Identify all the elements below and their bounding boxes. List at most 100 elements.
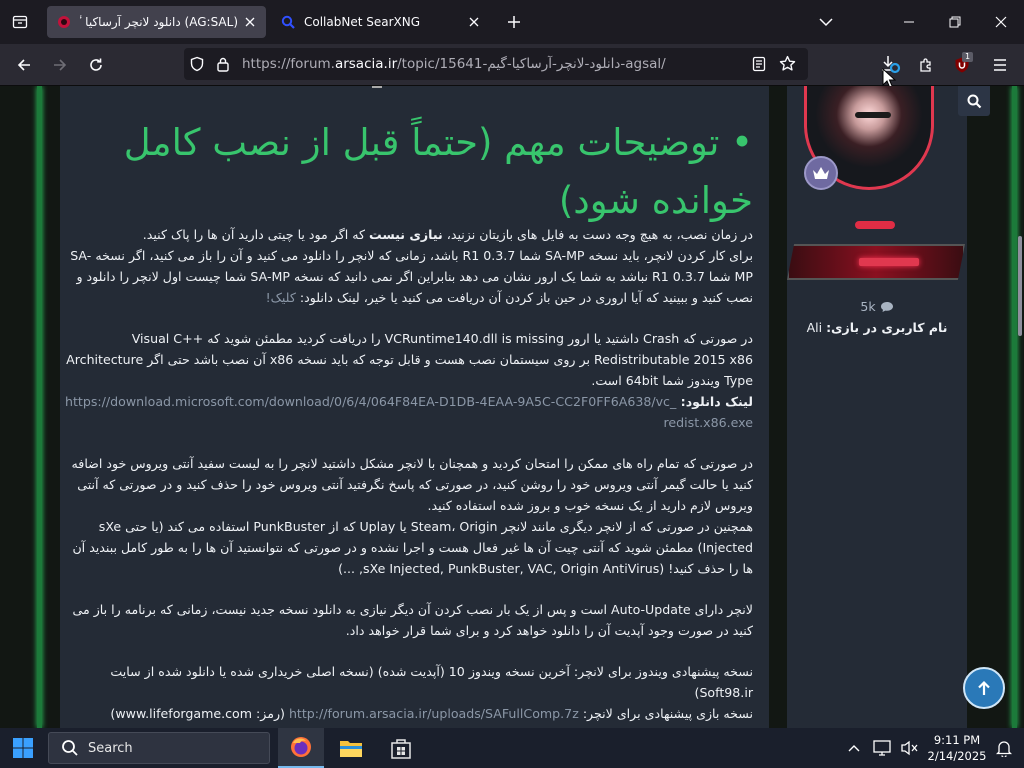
arrow-left-icon xyxy=(17,59,30,71)
bell-icon xyxy=(996,741,1012,757)
clock[interactable]: 9:11 PM 2/14/2025 xyxy=(926,732,988,764)
url-text[interactable]: https://forum.arsacia.ir/topic/15641-دان… xyxy=(242,56,666,72)
paragraph-text: (رمز: www.lifeforgame.com) xyxy=(110,706,289,721)
app-menu-button[interactable] xyxy=(986,51,1014,79)
post-top-fragment xyxy=(372,86,382,88)
bold-text: نیازی نیست xyxy=(368,227,443,242)
tab-title: CollabNet SearXNG xyxy=(304,15,421,29)
arsacia-favicon-icon xyxy=(56,14,72,30)
store-bag-icon xyxy=(391,739,411,759)
rank-banner-emblem xyxy=(859,258,919,266)
tab-bar: (AG:SAL) دانلود لانچر آرساکیا گیم Collab… xyxy=(0,0,1024,44)
restore-button[interactable] xyxy=(932,6,978,38)
hamburger-menu-icon xyxy=(994,59,1006,71)
author-rank-banner xyxy=(787,244,965,280)
paragraph-text: در صورتی که تمام راه های ممکن را امتحان … xyxy=(71,456,753,513)
close-window-button[interactable] xyxy=(978,6,1024,38)
bookmark-star-icon[interactable] xyxy=(779,55,796,76)
left-glow-border xyxy=(37,86,42,728)
tab-arsacia[interactable]: (AG:SAL) دانلود لانچر آرساکیا گیم xyxy=(47,6,266,38)
reload-icon xyxy=(90,58,102,71)
heading-text: توضیحات مهم (حتماً قبل از نصب کامل خواند… xyxy=(123,121,753,222)
paragraph-text: نسخه پیشنهادی ویندوز برای لانچر: آخرین ن… xyxy=(110,664,753,700)
extensions-button[interactable] xyxy=(912,51,940,79)
new-tab-button[interactable] xyxy=(502,10,526,34)
folder-icon xyxy=(340,741,362,757)
group-badge-icon xyxy=(804,156,838,190)
paragraph-4: لانچر دارای Auto-Update است و پس از یک ب… xyxy=(63,599,753,641)
firefox-view-icon xyxy=(12,15,28,29)
paragraph-1: در زمان نصب، به هیچ وجه دست به فایل های … xyxy=(63,224,753,308)
right-glow-border xyxy=(1012,86,1017,728)
show-hidden-icons-button[interactable] xyxy=(842,736,866,760)
paragraph-text: لانچر دارای Auto-Update است و پس از یک ب… xyxy=(72,602,753,638)
clock-date: 2/14/2025 xyxy=(927,749,987,763)
url-bar[interactable]: https://forum.arsacia.ir/topic/15641-دان… xyxy=(184,48,808,80)
post-body: • توضیحات مهم (حتماً قبل از نصب کامل خوا… xyxy=(60,86,769,728)
ingame-name-label: نام کاربری در بازی: xyxy=(826,320,948,335)
taskbar-store[interactable] xyxy=(378,728,424,768)
arrow-up-icon xyxy=(978,680,990,695)
plus-icon xyxy=(508,16,520,28)
tab-title: (AG:SAL) دانلود لانچر آرساکیا گیم xyxy=(80,15,238,29)
scroll-to-top-button[interactable] xyxy=(963,667,1005,709)
network-button[interactable] xyxy=(870,736,894,760)
paragraph-text: همچنین در صورتی که از لانچر دیگری مانند … xyxy=(72,519,753,576)
paragraph-2: در صورتی که Crash داشتید یا ارور VCRunti… xyxy=(63,328,753,433)
puzzle-icon xyxy=(920,58,931,72)
close-tab-icon[interactable] xyxy=(238,10,262,34)
post-heading: • توضیحات مهم (حتماً قبل از نصب کامل خوا… xyxy=(63,114,753,230)
avatar-glasses xyxy=(855,112,891,118)
minimize-button[interactable] xyxy=(886,6,932,38)
paragraph-3: در صورتی که تمام راه های ممکن را امتحان … xyxy=(63,453,753,579)
volume-button[interactable] xyxy=(898,736,922,760)
ingame-name-value: Ali xyxy=(806,320,823,335)
forward-button[interactable] xyxy=(46,51,74,79)
restore-icon xyxy=(949,16,961,28)
search-icon xyxy=(62,740,78,756)
page-content: • توضیحات مهم (حتماً قبل از نصب کامل خوا… xyxy=(0,86,1024,728)
taskbar-search-box[interactable]: Search xyxy=(48,732,270,764)
paragraph-text: در زمان نصب، به هیچ وجه دست به فایل های … xyxy=(442,227,753,242)
lock-icon[interactable] xyxy=(216,56,230,76)
windows-taskbar: Search 9:11 PM 2/14/2025 xyxy=(0,728,1024,768)
heading-bullet: • xyxy=(731,121,753,164)
site-search-button[interactable] xyxy=(958,86,990,116)
url-prefix: https://forum. xyxy=(242,56,335,72)
minimize-icon xyxy=(904,21,914,23)
paragraph-5: نسخه پیشنهادی ویندوز برای لانچر: آخرین ن… xyxy=(63,661,753,724)
author-sidebar: 5k نام کاربری در بازی: Ali xyxy=(787,86,967,728)
paragraph-text: برای کار کردن لانچر، باید نسخه SA-MP شما… xyxy=(70,248,753,305)
chevron-down-icon xyxy=(819,18,833,27)
volume-muted-icon xyxy=(901,740,918,756)
reload-button[interactable] xyxy=(82,51,110,79)
start-button[interactable] xyxy=(0,728,46,768)
reputation-count: 5k xyxy=(787,299,967,314)
firefox-icon xyxy=(291,737,311,757)
comment-icon xyxy=(880,301,893,312)
ingame-name-field: نام کاربری در بازی: Ali xyxy=(787,318,967,338)
search-placeholder: Search xyxy=(88,740,133,756)
vc-redist-link[interactable]: https://download.microsoft.com/download/… xyxy=(65,394,753,430)
clock-time: 9:11 PM xyxy=(933,733,981,747)
url-domain: arsacia.ir xyxy=(334,56,398,72)
back-button[interactable] xyxy=(10,51,38,79)
windows-logo-icon xyxy=(13,738,33,758)
notifications-button[interactable] xyxy=(992,736,1016,760)
extension-badge: 1 xyxy=(962,52,974,62)
close-tab-icon[interactable] xyxy=(462,10,486,34)
navigation-toolbar: https://forum.arsacia.ir/topic/15641-دان… xyxy=(0,44,1024,89)
reputation-value: 5k xyxy=(860,299,876,314)
taskbar-file-explorer[interactable] xyxy=(328,728,374,768)
url-path: /topic/15641-دانلود-لانچر-آرساکیا-گیم-ag… xyxy=(397,56,666,72)
tab-searxng[interactable]: CollabNet SearXNG xyxy=(271,6,490,38)
list-all-tabs-button[interactable] xyxy=(814,10,838,34)
download-link-click[interactable]: کلیک! xyxy=(266,290,296,305)
game-download-link[interactable]: http://forum.arsacia.ir/uploads/SAFullCo… xyxy=(289,706,579,721)
tracking-protection-shield-icon[interactable] xyxy=(189,56,205,76)
ublock-extension-button[interactable]: 1 xyxy=(948,51,976,79)
page-scrollbar[interactable] xyxy=(1018,236,1022,336)
reader-view-icon[interactable] xyxy=(751,56,767,76)
firefox-view-button[interactable] xyxy=(8,10,32,34)
taskbar-firefox[interactable] xyxy=(278,728,324,768)
